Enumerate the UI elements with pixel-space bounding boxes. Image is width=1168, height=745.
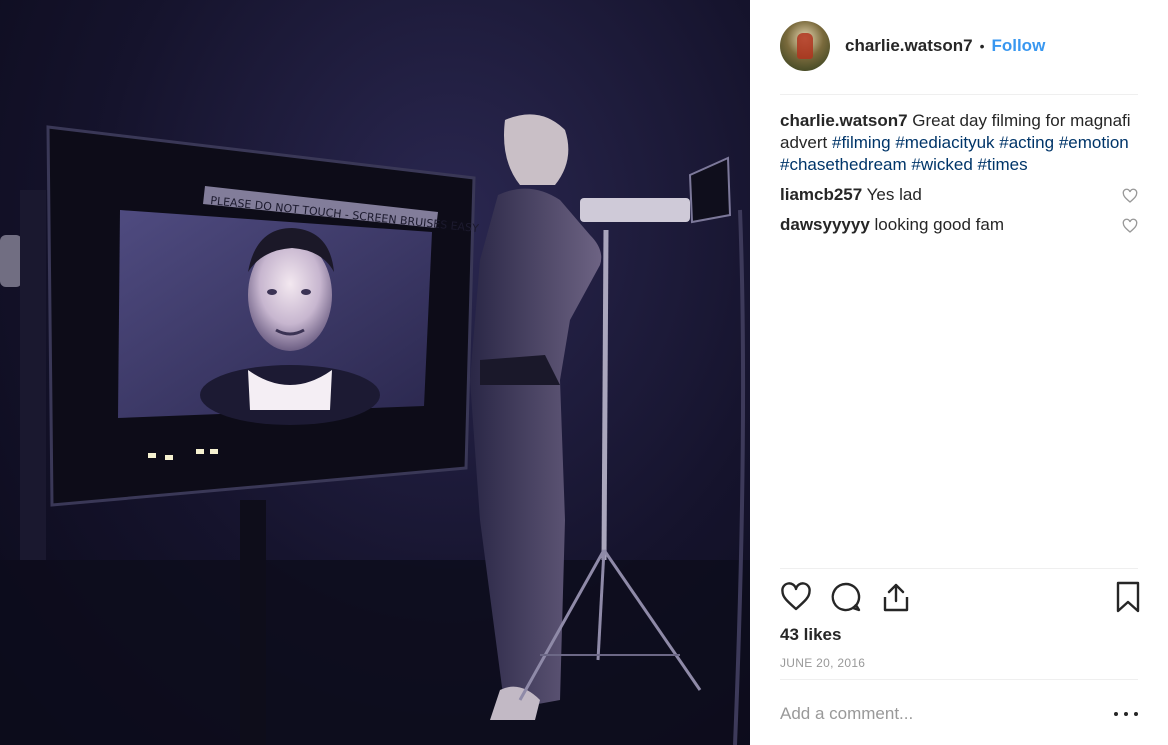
- comments-section: charlie.watson7 Great day filming for ma…: [780, 110, 1138, 244]
- heart-icon[interactable]: [780, 580, 812, 614]
- add-comment-input[interactable]: [780, 700, 1080, 728]
- actions-divider: [780, 568, 1138, 569]
- hashtag-link[interactable]: #acting: [999, 133, 1054, 152]
- header-separator: •: [979, 38, 985, 54]
- comment-text: looking good fam: [874, 215, 1005, 234]
- avatar[interactable]: [780, 21, 830, 71]
- comment-divider: [780, 679, 1138, 680]
- like-count[interactable]: 43 likes: [780, 625, 841, 645]
- post-header: charlie.watson7 • Follow: [780, 20, 1138, 72]
- post-caption: charlie.watson7 Great day filming for ma…: [780, 110, 1138, 176]
- comment-bubble-icon[interactable]: [830, 580, 862, 614]
- post-side-panel: charlie.watson7 • Follow charlie.watson7…: [750, 0, 1168, 745]
- comment-item: liamcb257 Yes lad: [780, 184, 1138, 206]
- hashtag-link[interactable]: #times: [978, 155, 1028, 174]
- hashtag-link[interactable]: #wicked: [911, 155, 972, 174]
- comment-like-heart-icon[interactable]: [1122, 218, 1138, 234]
- comment-username-link[interactable]: liamcb257: [780, 185, 862, 204]
- more-dot: [1134, 712, 1138, 716]
- post-actions: [780, 580, 1140, 616]
- comment-username-link[interactable]: dawsyyyyy: [780, 215, 870, 234]
- hashtag-link[interactable]: #emotion: [1059, 133, 1129, 152]
- photo-illustration: PLEASE DO NOT TOUCH - SCREEN BRUISES EAS…: [0, 114, 750, 745]
- comment-like-heart-icon[interactable]: [1122, 188, 1138, 204]
- share-icon[interactable]: [880, 580, 912, 614]
- header-divider: [780, 94, 1138, 95]
- hashtag-link[interactable]: #mediacityuk: [895, 133, 994, 152]
- comment-item: dawsyyyyy looking good fam: [780, 214, 1138, 236]
- bookmark-icon[interactable]: [1112, 580, 1144, 614]
- more-dot: [1114, 712, 1118, 716]
- post-date[interactable]: JUNE 20, 2016: [780, 656, 865, 670]
- post-photo[interactable]: PLEASE DO NOT TOUCH - SCREEN BRUISES EAS…: [0, 0, 750, 745]
- more-options-icon[interactable]: [1114, 704, 1138, 724]
- follow-button[interactable]: Follow: [991, 36, 1045, 56]
- caption-username-link[interactable]: charlie.watson7: [780, 111, 908, 130]
- hashtag-link[interactable]: #filming: [832, 133, 891, 152]
- more-dot: [1124, 712, 1128, 716]
- author-username-link[interactable]: charlie.watson7: [845, 36, 973, 56]
- hashtag-link[interactable]: #chasethedream: [780, 155, 907, 174]
- comment-text: Yes lad: [866, 185, 922, 204]
